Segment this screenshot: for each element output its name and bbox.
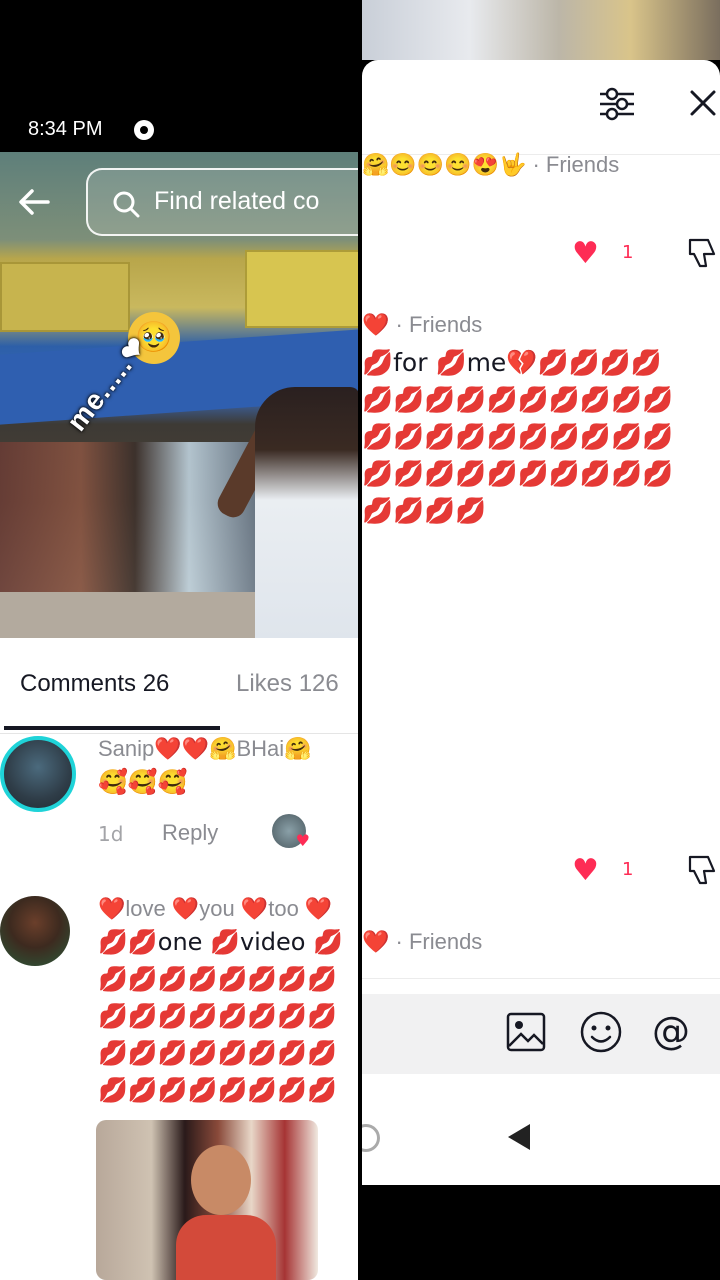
back-arrow-icon[interactable] (14, 182, 54, 222)
left-panel: 8:34 PM 🥹 me.....❤ Find related co Comme… (0, 0, 360, 1280)
reply-button[interactable]: Reply (162, 820, 218, 846)
input-divider (362, 978, 720, 979)
like-button[interactable]: ♥ 1 (572, 237, 642, 271)
heart-icon: ♥ (295, 831, 310, 850)
scene-person (255, 387, 360, 638)
emoji-icon[interactable] (579, 1010, 623, 1054)
close-icon[interactable] (688, 88, 718, 118)
comment-time: 1d (98, 822, 124, 846)
right-panel: 🤗😊😊😊😍🤟 · Friends ♥ 1 ❤️ · Friends 💋for 💋… (362, 0, 720, 1280)
reply-meta: ❤️ · Friends (362, 312, 483, 337)
like-button[interactable]: ♥ 1 (572, 854, 642, 888)
heart-icon: ♥ (572, 853, 599, 888)
search-input[interactable]: Find related co (86, 168, 360, 236)
comment-meta: 🤗😊😊😊😍🤟 · Friends (362, 152, 620, 177)
notification-icon (134, 120, 154, 140)
creator-liked-avatar: ♥ (272, 814, 310, 850)
photo-face (191, 1145, 251, 1215)
comment-tabs: Comments 26 Likes 126 (0, 638, 360, 734)
search-icon (113, 191, 140, 218)
filter-icon[interactable] (598, 86, 636, 122)
tab-likes[interactable]: Likes 126 (236, 670, 339, 698)
dislike-icon[interactable] (686, 853, 720, 887)
scene-sign-left (0, 262, 130, 332)
comment-text: 💋💋one 💋video 💋 💋💋💋💋💋💋💋💋 💋💋💋💋💋💋💋💋 💋💋💋💋💋💋💋… (98, 928, 344, 1104)
nav-back-icon[interactable] (508, 1124, 530, 1150)
tab-active-indicator (4, 726, 220, 730)
comment-username[interactable]: ❤️love ❤️you ❤️too ❤️ (98, 896, 332, 922)
comment-username[interactable]: Sanip❤️❤️🤗BHai🤗 (98, 736, 312, 762)
reply-text: 💋for 💋me💔💋💋💋💋 💋💋💋💋💋💋💋💋💋💋 💋💋💋💋💋💋💋💋💋💋 💋💋💋💋… (362, 348, 674, 525)
comment-photo[interactable] (96, 1120, 318, 1280)
dislike-icon[interactable] (686, 236, 720, 270)
image-icon[interactable] (506, 1012, 546, 1052)
tab-comments[interactable]: Comments 26 (20, 670, 169, 698)
search-placeholder: Find related co (154, 187, 320, 215)
status-bar: 8:34 PM (0, 0, 360, 152)
comment-text: 🥰🥰🥰 (98, 768, 188, 796)
scene-sign-right (245, 250, 360, 328)
mention-icon[interactable]: @ (652, 1006, 690, 1056)
photo-torso (176, 1215, 276, 1280)
avatar[interactable] (0, 736, 76, 812)
like-count: 1 (622, 242, 634, 263)
status-time: 8:34 PM (28, 118, 103, 140)
comment-meta: ❤️ · Friends (362, 929, 483, 954)
avatar[interactable] (0, 896, 70, 966)
video-strip (362, 0, 720, 60)
like-count: 1 (622, 859, 634, 880)
heart-icon: ♥ (572, 236, 599, 271)
